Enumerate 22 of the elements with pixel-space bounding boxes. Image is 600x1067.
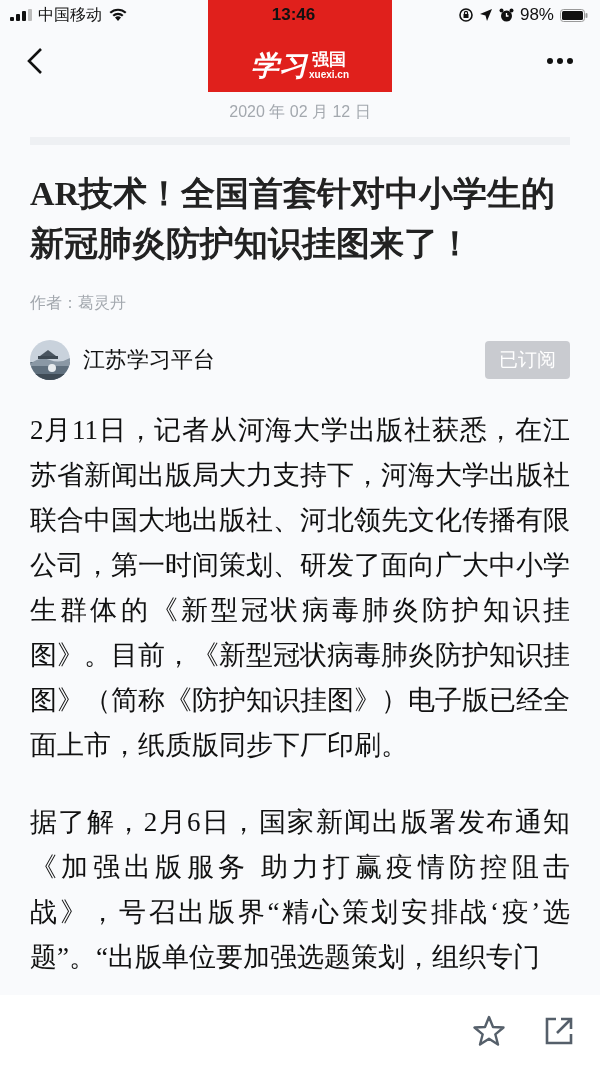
battery-percent: 98%: [519, 5, 554, 25]
back-icon: [26, 47, 44, 75]
more-icon: [546, 57, 574, 65]
status-time: 13:46: [271, 5, 316, 25]
logo-domain: xuexi.cn: [309, 69, 349, 80]
article-title: AR技术！全国首套针对中小学生的新冠肺炎防护知识挂图来了！: [30, 174, 557, 264]
rotation-lock-icon: [458, 8, 473, 22]
location-icon: [478, 8, 493, 22]
channel-name[interactable]: 江苏学习平台: [83, 345, 485, 375]
publish-date: 2020 年 02 月 12 日: [228, 102, 372, 122]
battery-icon: [560, 8, 588, 22]
author-line: 作者：葛灵丹: [30, 293, 127, 313]
article-paragraph: 据了解，2月6日，国家新闻出版署发布通知《加强出版服务 助力打赢疫情防控阻击战》，号召出版界“精心策划安排战‘疫’选题”。“出版单位要加强选题策划，组织专门: [30, 806, 570, 974]
share-icon: [544, 1016, 574, 1046]
logo-name: 强国: [312, 51, 346, 69]
signal-icon: [10, 9, 32, 21]
star-icon: [472, 1014, 506, 1048]
logo-script: 学习: [251, 52, 307, 80]
wifi-icon: [108, 8, 128, 22]
carrier-name: 中国移动: [38, 4, 102, 25]
article-paragraph: 2月11日，记者从河海大学出版社获悉，在江苏省新闻出版局大力支持下，河海大学出版社联合中国大地出版社、河北领先文化传播有限公司，第一时间策划、研发了面向广大中小学生群体的《新型冠状病毒肺炎防护知识挂图》。目前，《新型冠状病毒肺炎防护知识挂图》（简称《防护知识挂图》）电子版已经全面上市，纸质版同步下厂印刷。: [30, 414, 570, 762]
alarm-icon: [498, 7, 514, 23]
